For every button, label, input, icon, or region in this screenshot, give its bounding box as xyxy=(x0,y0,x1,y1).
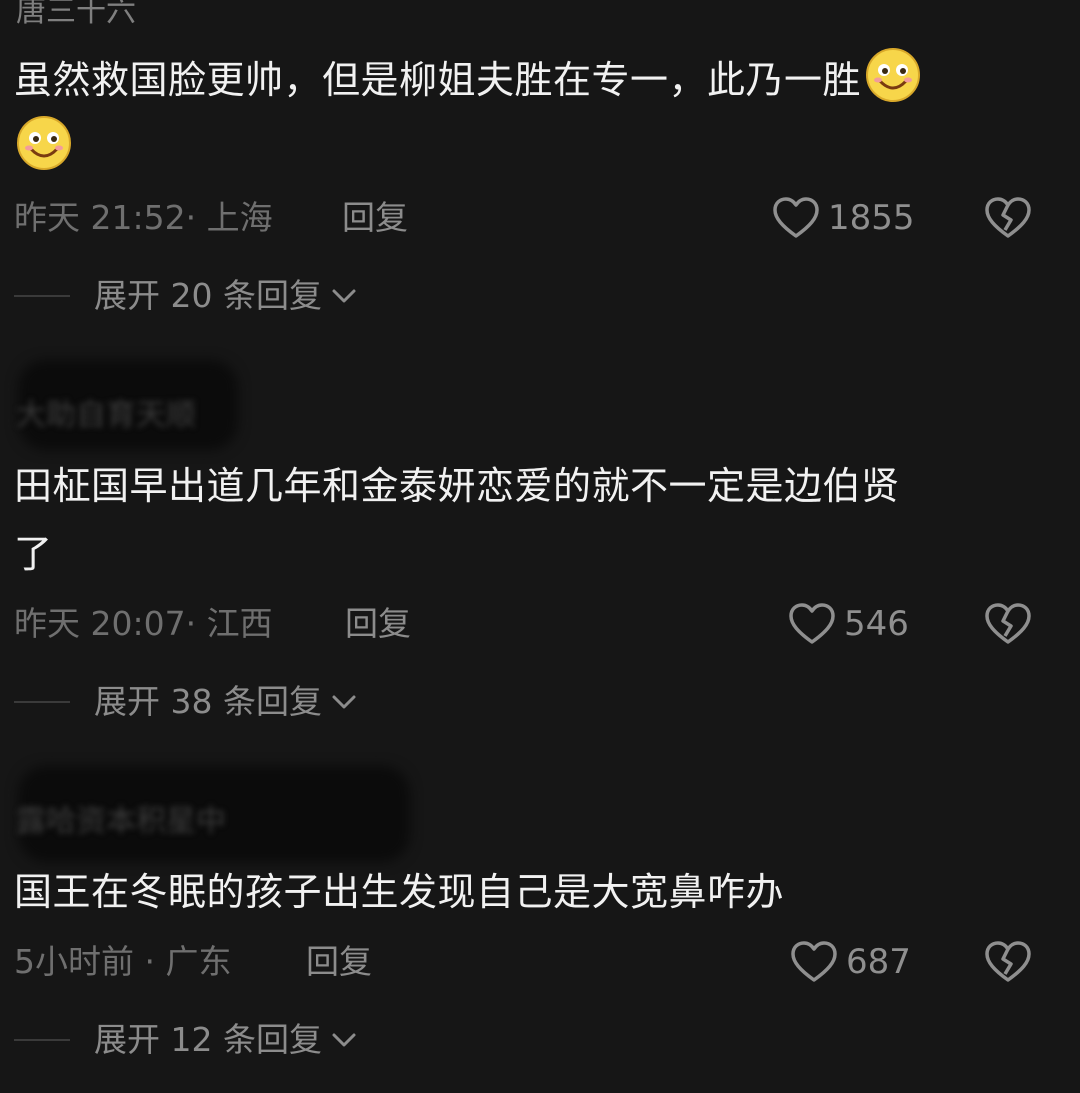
divider xyxy=(14,1039,70,1041)
expand-replies-button[interactable]: 展开 12 条回复 xyxy=(14,1018,358,1062)
comment-text-line: 了 xyxy=(14,532,53,576)
divider xyxy=(14,701,70,703)
divider xyxy=(14,295,70,297)
comment-location: 江西 xyxy=(206,604,273,643)
expand-replies-button[interactable]: 展开 20 条回复 xyxy=(14,274,358,318)
broken-heart-icon[interactable] xyxy=(984,196,1032,240)
comment-text: 虽然救国脸更帅，但是柳姐夫胜在专一，此乃一胜 xyxy=(14,46,1014,182)
chevron-down-icon xyxy=(332,695,356,709)
like-count: 687 xyxy=(846,942,911,982)
comment-text: 田柾国早出道几年和金泰妍恋爱的就不一定是边伯贤 了 xyxy=(14,452,1014,588)
comment-location: 上海 xyxy=(206,198,273,237)
expand-replies-label: 展开 38 条回复 xyxy=(94,682,322,721)
comment-username[interactable]: 大助自育天顺 xyxy=(16,396,196,436)
like-count: 1855 xyxy=(828,198,915,238)
heart-icon xyxy=(791,941,837,982)
smiley-emoji-icon xyxy=(17,116,71,170)
like-count: 546 xyxy=(844,604,909,644)
heart-icon xyxy=(773,197,819,238)
comment-meta: 昨天 20:07· 江西 xyxy=(14,604,273,643)
comment-text-body: 国王在冬眠的孩子出生发现自己是大宽鼻咋办 xyxy=(14,870,785,914)
expand-replies-label: 展开 20 条回复 xyxy=(94,276,322,315)
comment-text-line: 田柾国早出道几年和金泰妍恋爱的就不一定是边伯贤 xyxy=(14,464,900,508)
like-button[interactable]: 1855 xyxy=(772,196,915,240)
like-button[interactable]: 546 xyxy=(788,602,909,646)
chevron-down-icon xyxy=(332,289,356,303)
comment-location: 广东 xyxy=(165,942,232,981)
comment-meta: 5小时前 · 广东 xyxy=(14,942,232,981)
comment-text-body: 虽然救国脸更帅，但是柳姐夫胜在专一，此乃一胜 xyxy=(14,58,862,102)
like-button[interactable]: 687 xyxy=(790,940,911,984)
broken-heart-icon[interactable] xyxy=(984,602,1032,646)
heart-icon xyxy=(789,603,835,644)
comment-meta: 昨天 21:52· 上海 xyxy=(14,198,273,237)
comment-time: 昨天 21:52 xyxy=(14,198,186,237)
expand-replies-label: 展开 12 条回复 xyxy=(94,1020,322,1059)
broken-heart-icon[interactable] xyxy=(984,940,1032,984)
comment-username[interactable]: 唐三十六 xyxy=(16,0,136,32)
chevron-down-icon xyxy=(332,1033,356,1047)
comment-time: 5小时前 xyxy=(14,942,134,981)
expand-replies-button[interactable]: 展开 38 条回复 xyxy=(14,680,358,724)
comment-time: 昨天 20:07 xyxy=(14,604,186,643)
comment-text: 国王在冬眠的孩子出生发现自己是大宽鼻咋办 xyxy=(14,858,1014,926)
reply-button[interactable]: 回复 xyxy=(345,602,411,646)
comment-username[interactable]: 露哈资本积星中 xyxy=(16,802,226,842)
reply-button[interactable]: 回复 xyxy=(342,196,408,240)
reply-button[interactable]: 回复 xyxy=(306,940,372,984)
smiley-emoji-icon xyxy=(866,48,921,102)
